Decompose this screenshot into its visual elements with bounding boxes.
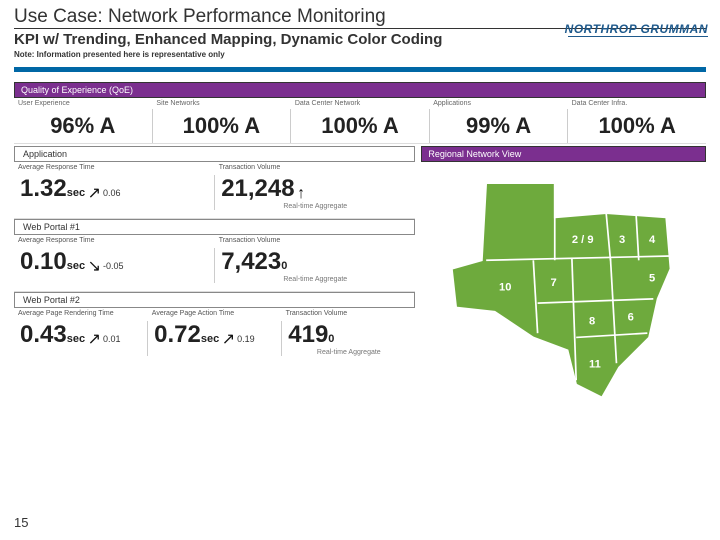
kpi-val-2[interactable]: 100% A bbox=[290, 109, 429, 143]
wp1-response-time[interactable]: 0.10sec ↘-0.05 bbox=[14, 248, 214, 283]
note: Note: Information presented here is repr… bbox=[14, 50, 706, 59]
kpi-val-0[interactable]: 96% A bbox=[14, 109, 152, 143]
app-transaction-volume[interactable]: 21,248 ↑ Real-time Aggregate bbox=[214, 175, 415, 210]
up-arrow-icon: ↗ bbox=[222, 329, 235, 349]
down-arrow-icon: ↘ bbox=[88, 256, 101, 276]
qoe-col-3: Applications bbox=[429, 98, 567, 109]
region-7: 7 bbox=[551, 277, 557, 289]
qoe-col-1: Site Networks bbox=[152, 98, 290, 109]
app-col-1: Transaction Volume bbox=[215, 162, 416, 173]
application-band: Application bbox=[14, 146, 415, 162]
wp2-action-time[interactable]: 0.72sec ↗0.19 bbox=[147, 321, 281, 356]
wp2-render-time[interactable]: 0.43sec ↗0.01 bbox=[14, 321, 147, 356]
region-6: 6 bbox=[628, 311, 634, 323]
wp2-col-1: Average Page Action Time bbox=[148, 308, 282, 319]
qoe-col-0: User Experience bbox=[14, 98, 152, 109]
region-4: 4 bbox=[649, 234, 656, 246]
app-response-time[interactable]: 1.32sec ↗0.06 bbox=[14, 175, 214, 210]
app-col-0: Average Response Time bbox=[14, 162, 215, 173]
wp1-col-1: Transaction Volume bbox=[215, 235, 416, 246]
wp2-col-0: Average Page Rendering Time bbox=[14, 308, 148, 319]
qoe-col-4: Data Center Infra. bbox=[568, 98, 706, 109]
region-2-9: 2 / 9 bbox=[572, 234, 594, 246]
qoe-band: Quality of Experience (QoE) bbox=[14, 82, 706, 98]
texas-map[interactable]: 1 2 / 9 3 4 5 6 7 8 10 11 bbox=[421, 166, 706, 406]
region-3: 3 bbox=[619, 234, 625, 246]
webportal1-band: Web Portal #1 bbox=[14, 219, 415, 235]
region-10: 10 bbox=[499, 281, 511, 293]
kpi-val-3[interactable]: 99% A bbox=[429, 109, 568, 143]
up-arrow-icon: ↗ bbox=[88, 329, 101, 349]
region-1: 1 bbox=[581, 196, 587, 208]
kpi-val-1[interactable]: 100% A bbox=[152, 109, 291, 143]
page-number: 15 bbox=[14, 515, 28, 530]
divider-bar bbox=[14, 67, 706, 72]
wp1-col-0: Average Response Time bbox=[14, 235, 215, 246]
region-8: 8 bbox=[589, 316, 595, 328]
kpi-val-4[interactable]: 100% A bbox=[567, 109, 706, 143]
map-band: Regional Network View bbox=[421, 146, 706, 162]
region-11: 11 bbox=[589, 358, 601, 370]
webportal2-band: Web Portal #2 bbox=[14, 292, 415, 308]
company-logo: NORTHROP GRUMMAN bbox=[565, 22, 708, 36]
qoe-col-2: Data Center Network bbox=[291, 98, 429, 109]
region-5: 5 bbox=[649, 273, 655, 285]
up-arrow-icon: ↑ bbox=[297, 185, 305, 203]
wp2-transaction-volume[interactable]: 4190 Real-time Aggregate bbox=[281, 321, 415, 356]
wp2-col-2: Transaction Volume bbox=[282, 308, 416, 319]
logo-underline bbox=[568, 36, 708, 37]
wp1-transaction-volume[interactable]: 7,4230 Real-time Aggregate bbox=[214, 248, 415, 283]
up-arrow-icon: ↗ bbox=[88, 183, 101, 203]
